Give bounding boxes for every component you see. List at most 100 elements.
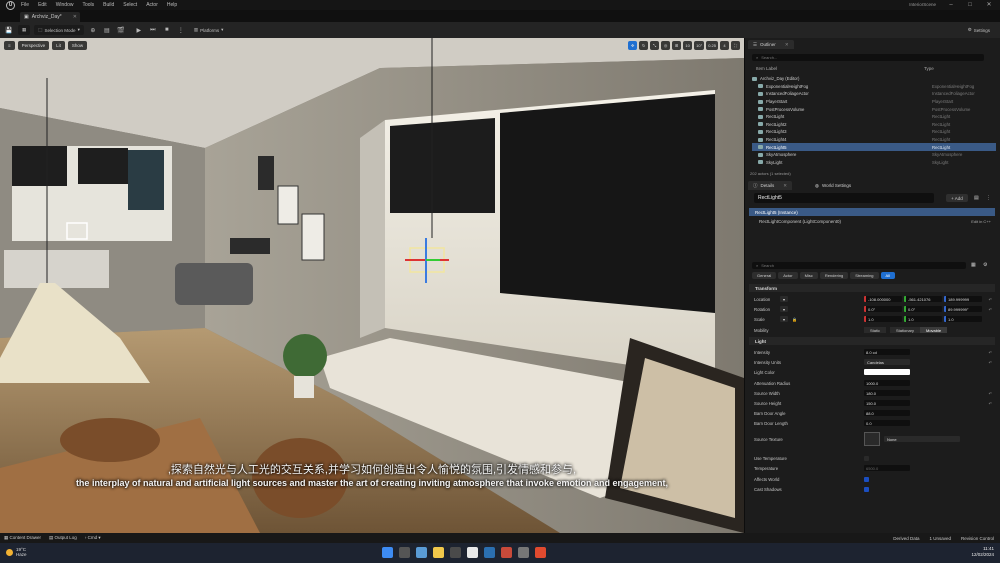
rotation-dropdown-icon[interactable]: ▾ xyxy=(780,306,789,312)
temperature-value[interactable]: 6500.0 xyxy=(864,465,910,471)
texture-thumbnail[interactable] xyxy=(864,432,880,446)
store-icon[interactable] xyxy=(450,547,461,558)
unreal-engine-icon[interactable] xyxy=(467,547,478,558)
grid-snap-value[interactable]: 10 xyxy=(683,41,693,50)
app-icon[interactable] xyxy=(518,547,529,558)
attenuation-radius-value[interactable]: 1000.0 xyxy=(864,380,910,386)
reset-icon[interactable]: ↶ xyxy=(989,360,992,365)
level-tab[interactable]: ▣ Archviz_Day* ✕ xyxy=(20,12,80,22)
minimize-icon[interactable]: – xyxy=(942,0,960,10)
outliner-row-selected[interactable]: RectLight5 RectLight xyxy=(752,143,996,151)
tab-close-icon[interactable]: ✕ xyxy=(783,183,787,189)
app-icon[interactable] xyxy=(535,547,546,558)
component-row[interactable]: RectLightComponent (LightComponent0) Edi… xyxy=(749,217,995,225)
menu-file[interactable]: File xyxy=(21,2,29,8)
tab-details[interactable]: ⓘ Details ✕ xyxy=(748,181,793,190)
cast-shadows-checkbox[interactable] xyxy=(864,486,869,492)
use-temperature-checkbox[interactable] xyxy=(864,455,869,461)
rotation-y[interactable]: 0.0° xyxy=(904,306,942,312)
light-section-header[interactable]: Light xyxy=(749,337,995,345)
outliner-row[interactable]: Archviz_Day (Editor) xyxy=(752,75,996,83)
scale-y[interactable]: 1.0 xyxy=(904,316,942,322)
outliner-row[interactable]: ExponentialHeightFog ExponentialHeightFog xyxy=(752,83,996,91)
level-viewport[interactable]: ≡ Perspective Lit Show ✥ ↻ ⤡ ◎ ⊞ 10 10° … xyxy=(0,38,744,533)
scale-snap-value[interactable]: 0.25 xyxy=(706,41,718,50)
maximize-icon[interactable]: □ xyxy=(961,0,979,10)
actor-name-field[interactable]: RectLight5 xyxy=(754,193,934,203)
steam-icon[interactable] xyxy=(484,547,495,558)
tab-world-settings[interactable]: ◍ World Settings xyxy=(810,181,856,190)
system-clock[interactable]: 11:41 12/02/2024 xyxy=(971,546,994,558)
viewport-menu-button[interactable]: ≡ xyxy=(4,41,15,50)
rotate-mode-icon[interactable]: ↻ xyxy=(639,41,649,50)
tab-outliner[interactable]: ☰ Outliner ✕ xyxy=(748,40,794,49)
barn-door-angle-value[interactable]: 88.0 xyxy=(864,410,910,416)
category-misc[interactable]: Misc xyxy=(799,272,818,279)
details-search-input[interactable]: ⌕ Search xyxy=(752,262,966,269)
category-general[interactable]: General xyxy=(752,272,777,279)
surface-snap-icon[interactable]: ⊞ xyxy=(672,41,682,50)
search-icon[interactable] xyxy=(399,547,410,558)
step-icon[interactable]: ⏭ xyxy=(148,25,158,35)
content-browser-button[interactable]: ▦ xyxy=(18,25,31,35)
blueprint-icon[interactable]: ▤ xyxy=(102,25,112,35)
translate-mode-icon[interactable]: ✥ xyxy=(628,41,638,50)
cmd-dropdown[interactable]: › Cmd ▾ xyxy=(85,535,101,541)
tab-close-icon[interactable]: ✕ xyxy=(73,14,77,20)
maximize-viewport-icon[interactable]: ⛶ xyxy=(731,41,740,50)
reset-icon[interactable]: ↶ xyxy=(989,297,992,302)
outliner-row[interactable]: RectLight RectLight xyxy=(752,113,996,121)
perspective-button[interactable]: Perspective xyxy=(17,41,50,50)
panel-options-icon[interactable]: ⋮ xyxy=(986,195,991,201)
menu-select[interactable]: Select xyxy=(123,2,137,8)
component-instance-row[interactable]: RectLight5 (Instance) xyxy=(749,208,995,216)
scale-dropdown-icon[interactable]: ▾ xyxy=(780,316,789,322)
source-texture-dropdown[interactable]: None xyxy=(884,436,960,442)
settings-button[interactable]: ⚙ Settings xyxy=(964,25,994,35)
menu-edit[interactable]: Edit xyxy=(38,2,47,8)
category-all[interactable]: All xyxy=(880,272,895,279)
scale-x[interactable]: 1.0 xyxy=(864,316,902,322)
location-z[interactable]: 189.999999 xyxy=(944,296,982,302)
platforms-dropdown[interactable]: ▥ Platforms ▾ xyxy=(190,25,228,35)
file-explorer-icon[interactable] xyxy=(433,547,444,558)
category-actor[interactable]: Actor xyxy=(778,272,798,279)
add-component-button[interactable]: + Add xyxy=(946,194,968,202)
item-label-column[interactable]: Item Label xyxy=(754,66,924,74)
weather-widget[interactable]: 19°C Haze xyxy=(6,547,27,557)
menu-tools[interactable]: Tools xyxy=(82,2,94,8)
menu-window[interactable]: Window xyxy=(56,2,74,8)
location-dropdown-icon[interactable]: ▾ xyxy=(780,296,789,302)
edge-icon[interactable] xyxy=(416,547,427,558)
unsaved-button[interactable]: 1 Unsaved xyxy=(929,536,951,541)
output-log-button[interactable]: ▤ Output Log xyxy=(49,535,77,541)
add-actor-icon[interactable]: ⊕ xyxy=(88,25,98,35)
selection-mode-dropdown[interactable]: ⬚ Selection Mode ▾ xyxy=(34,25,84,35)
menu-actor[interactable]: Actor xyxy=(146,2,158,8)
show-button[interactable]: Show xyxy=(67,41,88,50)
menu-build[interactable]: Build xyxy=(103,2,114,8)
scale-mode-icon[interactable]: ⤡ xyxy=(650,41,660,50)
location-y[interactable]: -561.421076 xyxy=(904,296,942,302)
tab-close-icon[interactable]: ✕ xyxy=(785,42,789,48)
lit-button[interactable]: Lit xyxy=(52,41,65,50)
rotation-snap-value[interactable]: 10° xyxy=(694,41,705,50)
reset-icon[interactable]: ↶ xyxy=(989,307,992,312)
intensity-value[interactable]: 8.0 cd xyxy=(864,349,910,355)
cinematics-icon[interactable]: 🎬 xyxy=(116,25,126,35)
mobility-static[interactable]: Static xyxy=(864,327,887,333)
stop-icon[interactable]: ■ xyxy=(162,25,172,35)
location-x[interactable]: -108.000000 xyxy=(864,296,902,302)
save-icon[interactable]: 💾 xyxy=(4,25,14,35)
outliner-row[interactable]: PlayerStart PlayerStart xyxy=(752,98,996,106)
mobility-stationary[interactable]: Stationary xyxy=(890,327,921,333)
camera-speed-value[interactable]: 4 xyxy=(720,41,729,50)
reset-icon[interactable]: ↶ xyxy=(989,401,992,406)
play-options-icon[interactable]: ⋮ xyxy=(176,25,186,35)
revision-control-button[interactable]: Revision Control xyxy=(961,536,994,541)
affects-world-checkbox[interactable] xyxy=(864,476,869,482)
app-icon[interactable] xyxy=(501,547,512,558)
content-drawer-button[interactable]: ▦ Content Drawer xyxy=(4,535,41,541)
outliner-row[interactable]: InstancedFoliageActor InstancedFoliageAct… xyxy=(752,90,996,98)
grid-view-icon[interactable]: ▦ xyxy=(971,262,976,268)
